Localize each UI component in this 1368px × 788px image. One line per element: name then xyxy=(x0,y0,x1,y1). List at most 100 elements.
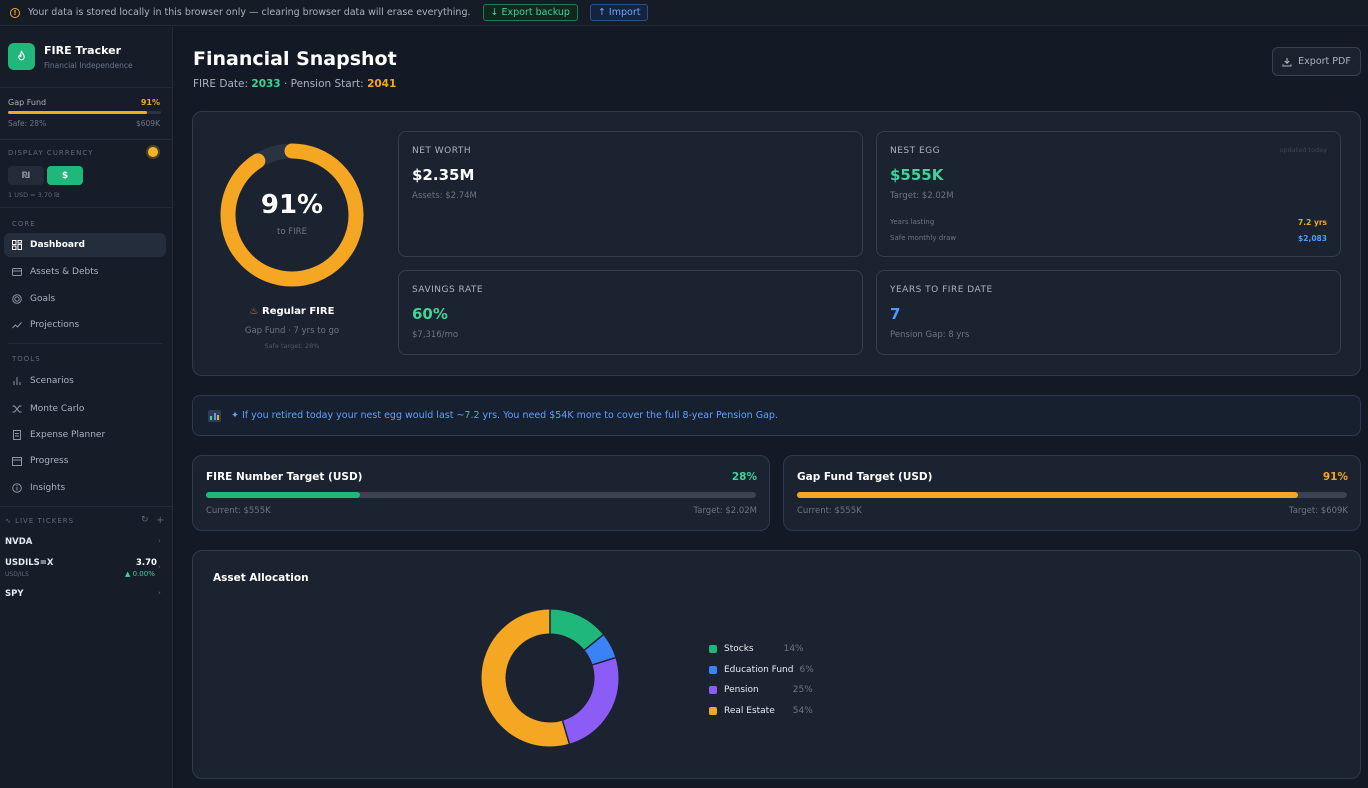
progress-track xyxy=(206,492,756,498)
nest-egg-card: NEST EGG updated today $555K Target: $2.… xyxy=(876,131,1341,257)
fire-date: 2033 xyxy=(251,78,281,90)
card-sub: Assets: $2.74M xyxy=(412,191,477,201)
export-backup-button[interactable]: ↓ Export backup xyxy=(482,4,578,21)
insight-text: ✦ If you retired today your nest egg wou… xyxy=(231,410,778,421)
card-label: NEST EGG xyxy=(890,146,941,156)
ticker-symbol[interactable]: SPY xyxy=(5,589,24,599)
ticker-change: ▲ 0.00% xyxy=(125,570,155,578)
legend-label: Education Fund xyxy=(724,665,794,675)
divider xyxy=(0,207,172,208)
legend-item-pension: Pension 25% xyxy=(709,685,813,695)
nav-monte-carlo[interactable]: Monte Carlo xyxy=(4,397,166,421)
ticker-symbol[interactable]: USDILS=X xyxy=(5,558,53,568)
local-storage-banner: ! Your data is stored locally in this br… xyxy=(0,0,1368,26)
gap-fund-progress xyxy=(8,111,161,114)
progress-target: Target: $609K xyxy=(1288,506,1348,516)
legend-swatch xyxy=(709,666,717,674)
nav-insights[interactable]: Insights xyxy=(4,476,166,500)
legend-swatch xyxy=(709,707,717,715)
gap-fund-target: $609K xyxy=(135,119,160,128)
gap-fund-safe: Safe: 28% xyxy=(8,119,47,128)
savings-rate-card: SAVINGS RATE 60% $7,316/mo xyxy=(398,270,863,355)
divider xyxy=(0,139,172,140)
pension-start: 2041 xyxy=(367,78,397,90)
trend-icon xyxy=(12,320,22,330)
legend-label: Pension xyxy=(724,685,759,695)
nav-label: Scenarios xyxy=(30,376,74,386)
app-subtitle: Financial Independence xyxy=(44,61,133,70)
ticker-sub: USD/ILS xyxy=(5,571,29,578)
nav-label: Expense Planner xyxy=(30,430,106,440)
legend-percent: 6% xyxy=(799,665,814,675)
chart-icon xyxy=(208,409,221,422)
nav-label: Progress xyxy=(30,456,69,466)
card-sub: Target: $2.02M xyxy=(890,191,954,201)
export-pdf-button[interactable]: Export PDF xyxy=(1272,47,1361,76)
nav-label: Monte Carlo xyxy=(30,404,85,414)
currency-usd-button[interactable]: $ xyxy=(47,166,83,185)
progress-fill xyxy=(797,492,1298,498)
currency-label: DISPLAY CURRENCY xyxy=(8,149,94,157)
nav-label: Assets & Debts xyxy=(30,267,99,277)
asset-allocation-donut xyxy=(481,609,619,747)
nav-projections[interactable]: Projections xyxy=(4,313,166,337)
progress-percent: 91% xyxy=(1322,471,1348,483)
chevron-icon[interactable]: › xyxy=(158,563,161,571)
divider xyxy=(8,343,162,344)
progress-current: Current: $555K xyxy=(206,506,271,516)
chevron-icon[interactable]: › xyxy=(158,537,161,545)
net-worth-card: NET WORTH $2.35M Assets: $2.74M xyxy=(398,131,863,257)
download-icon xyxy=(1282,57,1292,67)
legend-swatch xyxy=(709,686,717,694)
tools-section-label: TOOLS xyxy=(12,355,41,363)
nav-assets-debts[interactable]: Assets & Debts xyxy=(4,260,166,284)
app-title: FIRE Tracker xyxy=(44,44,121,57)
insight-banner: ✦ If you retired today your nest egg wou… xyxy=(192,395,1361,436)
nav-label: Projections xyxy=(30,320,80,330)
divider xyxy=(0,87,172,88)
nav-goals[interactable]: Goals xyxy=(4,287,166,311)
exchange-rate: 1 USD = 3.70 ₪ xyxy=(8,191,60,199)
legend-percent: 54% xyxy=(792,706,813,716)
core-section-label: CORE xyxy=(12,220,36,228)
nav-progress[interactable]: Progress xyxy=(4,449,166,473)
shuffle-icon xyxy=(12,404,22,414)
years-to-fire-value: 7 xyxy=(890,305,901,323)
legend-item-real-estate: Real Estate 54% xyxy=(709,706,813,716)
ticker-symbol[interactable]: NVDA xyxy=(5,537,32,547)
gap-fund-progress-fill xyxy=(8,111,148,114)
legend-label: Stocks xyxy=(724,644,754,654)
gap-fund-percent: 91% xyxy=(140,98,160,107)
legend-swatch xyxy=(709,645,717,653)
net-worth-value: $2.35M xyxy=(412,166,475,184)
nav-expense-planner[interactable]: Expense Planner xyxy=(4,423,166,447)
currency-ils-button[interactable]: ₪ xyxy=(8,166,44,185)
safe-draw-value: $2,083 xyxy=(1298,234,1327,243)
progress-current: Current: $555K xyxy=(797,506,862,516)
safe-target: Safe target: 28% xyxy=(264,342,320,350)
app-logo[interactable] xyxy=(8,43,35,70)
fire-status: ♨ Regular FIRE xyxy=(249,306,335,317)
nest-egg-badge: updated today xyxy=(1279,146,1327,154)
add-ticker-icon[interactable]: + xyxy=(156,515,164,526)
progress-percent: 28% xyxy=(731,471,757,483)
gap-fund-years: Gap Fund · 7 yrs to go xyxy=(244,326,340,336)
target-icon xyxy=(12,294,22,304)
nest-egg-value: $555K xyxy=(890,166,944,184)
card-label: YEARS TO FIRE DATE xyxy=(890,285,993,295)
import-button[interactable]: ↑ Import xyxy=(589,4,649,21)
export-pdf-label: Export PDF xyxy=(1298,56,1351,67)
card-sub: $7,316/mo xyxy=(412,330,459,340)
card-label: SAVINGS RATE xyxy=(412,285,484,295)
refresh-icon[interactable]: ↻ xyxy=(141,515,149,525)
nav-label: Goals xyxy=(30,294,56,304)
theme-toggle-icon[interactable] xyxy=(148,147,158,157)
savings-rate-value: 60% xyxy=(412,305,448,323)
flame-icon xyxy=(18,50,25,61)
chevron-icon[interactable]: › xyxy=(158,589,161,597)
card-sub: Pension Gap: 8 yrs xyxy=(890,330,970,340)
nav-scenarios[interactable]: Scenarios xyxy=(4,369,166,393)
info-icon xyxy=(12,483,22,493)
nav-dashboard[interactable]: Dashboard xyxy=(4,233,166,257)
ticker-value: 3.70 xyxy=(136,558,157,568)
